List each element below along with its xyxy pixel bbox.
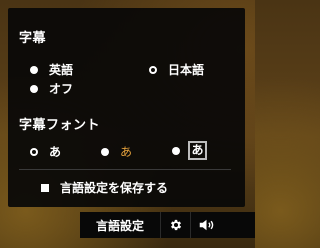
radio-japanese[interactable] [149, 65, 157, 74]
subtitle-option-label: 英語 [49, 63, 74, 77]
gear-icon [170, 219, 181, 231]
radio-font-plain[interactable] [30, 147, 38, 156]
font-option-boxed[interactable]: あ [172, 141, 207, 160]
subtitle-option-label: オフ [49, 82, 74, 96]
radio-english[interactable] [30, 65, 38, 74]
radio-font-boxed[interactable] [172, 146, 180, 155]
save-language-label: 言語設定を保存する [60, 181, 169, 195]
subtitle-font-heading: 字幕フォント [19, 118, 101, 133]
font-sample-boxed: あ [188, 141, 207, 160]
settings-button[interactable] [161, 212, 191, 238]
save-language-option[interactable]: 言語設定を保存する [41, 179, 168, 196]
save-language-checkbox[interactable] [41, 183, 49, 192]
font-option-yellow[interactable]: あ [101, 143, 132, 160]
language-settings-panel: 字幕 英語 日本語 オフ 字幕フォント あ あ あ 言語設定を保存する [8, 8, 245, 207]
player-control-bar: 言語設定 [80, 212, 255, 238]
font-option-plain[interactable]: あ [30, 143, 61, 160]
subtitle-option-label: 日本語 [168, 63, 205, 77]
speaker-icon [199, 219, 214, 231]
subtitle-option-english[interactable]: 英語 [30, 61, 73, 78]
subtitle-option-japanese[interactable]: 日本語 [149, 61, 204, 78]
font-sample-plain: あ [49, 145, 62, 159]
subtitle-option-off[interactable]: オフ [30, 80, 73, 97]
radio-font-yellow[interactable] [101, 147, 109, 156]
radio-off[interactable] [30, 84, 38, 93]
panel-divider [19, 169, 231, 170]
subtitles-heading: 字幕 [19, 31, 47, 46]
language-settings-button[interactable]: 言語設定 [80, 212, 161, 238]
volume-button[interactable] [191, 212, 229, 238]
font-sample-yellow: あ [120, 145, 133, 159]
